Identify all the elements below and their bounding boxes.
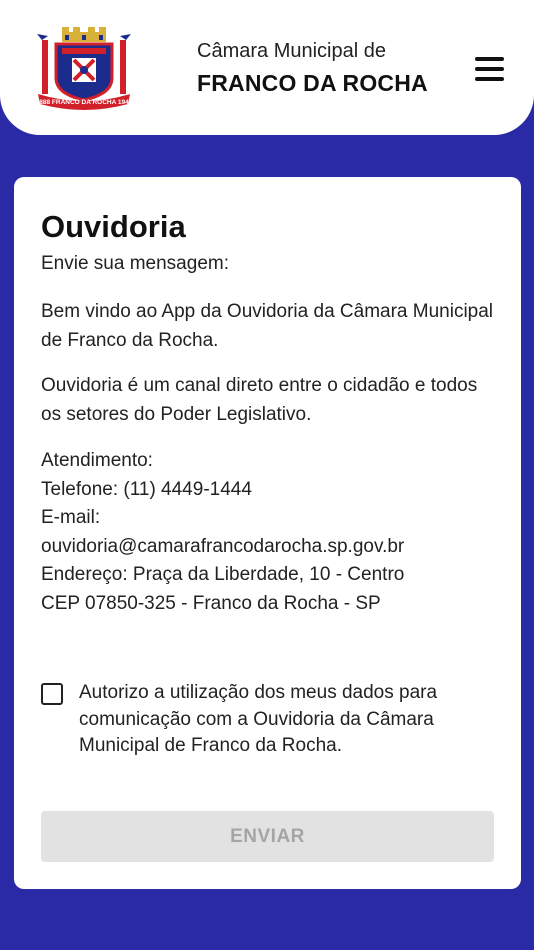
- contact-email-label: E-mail:: [41, 507, 101, 528]
- hamburger-menu-icon[interactable]: [470, 52, 510, 86]
- consent-label[interactable]: Autorizo a utilização dos meus dados par…: [79, 680, 509, 760]
- contact-address: Endereço: Praça da Liberdade, 10 - Centr…: [41, 564, 405, 585]
- page-title: Ouvidoria: [41, 209, 186, 244]
- org-name-line2: FRANCO DA ROCHA: [197, 70, 428, 96]
- app-header: 1888 FRANCO DA ROCHA 1944 Câmara Municip…: [0, 0, 534, 135]
- welcome-text: Bem vindo ao App da Ouvidoria da Câmara …: [41, 301, 494, 351]
- org-name-line1: Câmara Municipal de: [197, 40, 386, 62]
- municipal-crest-logo: 1888 FRANCO DA ROCHA 1944: [36, 27, 133, 110]
- ouvidoria-card: Ouvidoria Envie sua mensagem: Bem vindo …: [14, 177, 521, 889]
- contact-cep: CEP 07850-325 - Franco da Rocha - SP: [41, 592, 381, 614]
- description-text: Ouvidoria é um canal direto entre o cida…: [41, 375, 478, 425]
- contact-phone: Telefone: (11) 4449-1444: [41, 478, 252, 500]
- consent-checkbox[interactable]: [41, 683, 63, 705]
- contact-email: ouvidoria@camarafrancodarocha.sp.gov.br: [41, 535, 405, 557]
- page-subtitle: Envie sua mensagem:: [41, 253, 229, 274]
- contact-heading: Atendimento:: [41, 450, 153, 471]
- contact-info: Atendimento: Telefone: (11) 4449-1444 E-…: [41, 447, 501, 618]
- crest-banner-text: 1888 FRANCO DA ROCHA 1944: [36, 99, 133, 106]
- send-button[interactable]: ENVIAR: [41, 811, 494, 862]
